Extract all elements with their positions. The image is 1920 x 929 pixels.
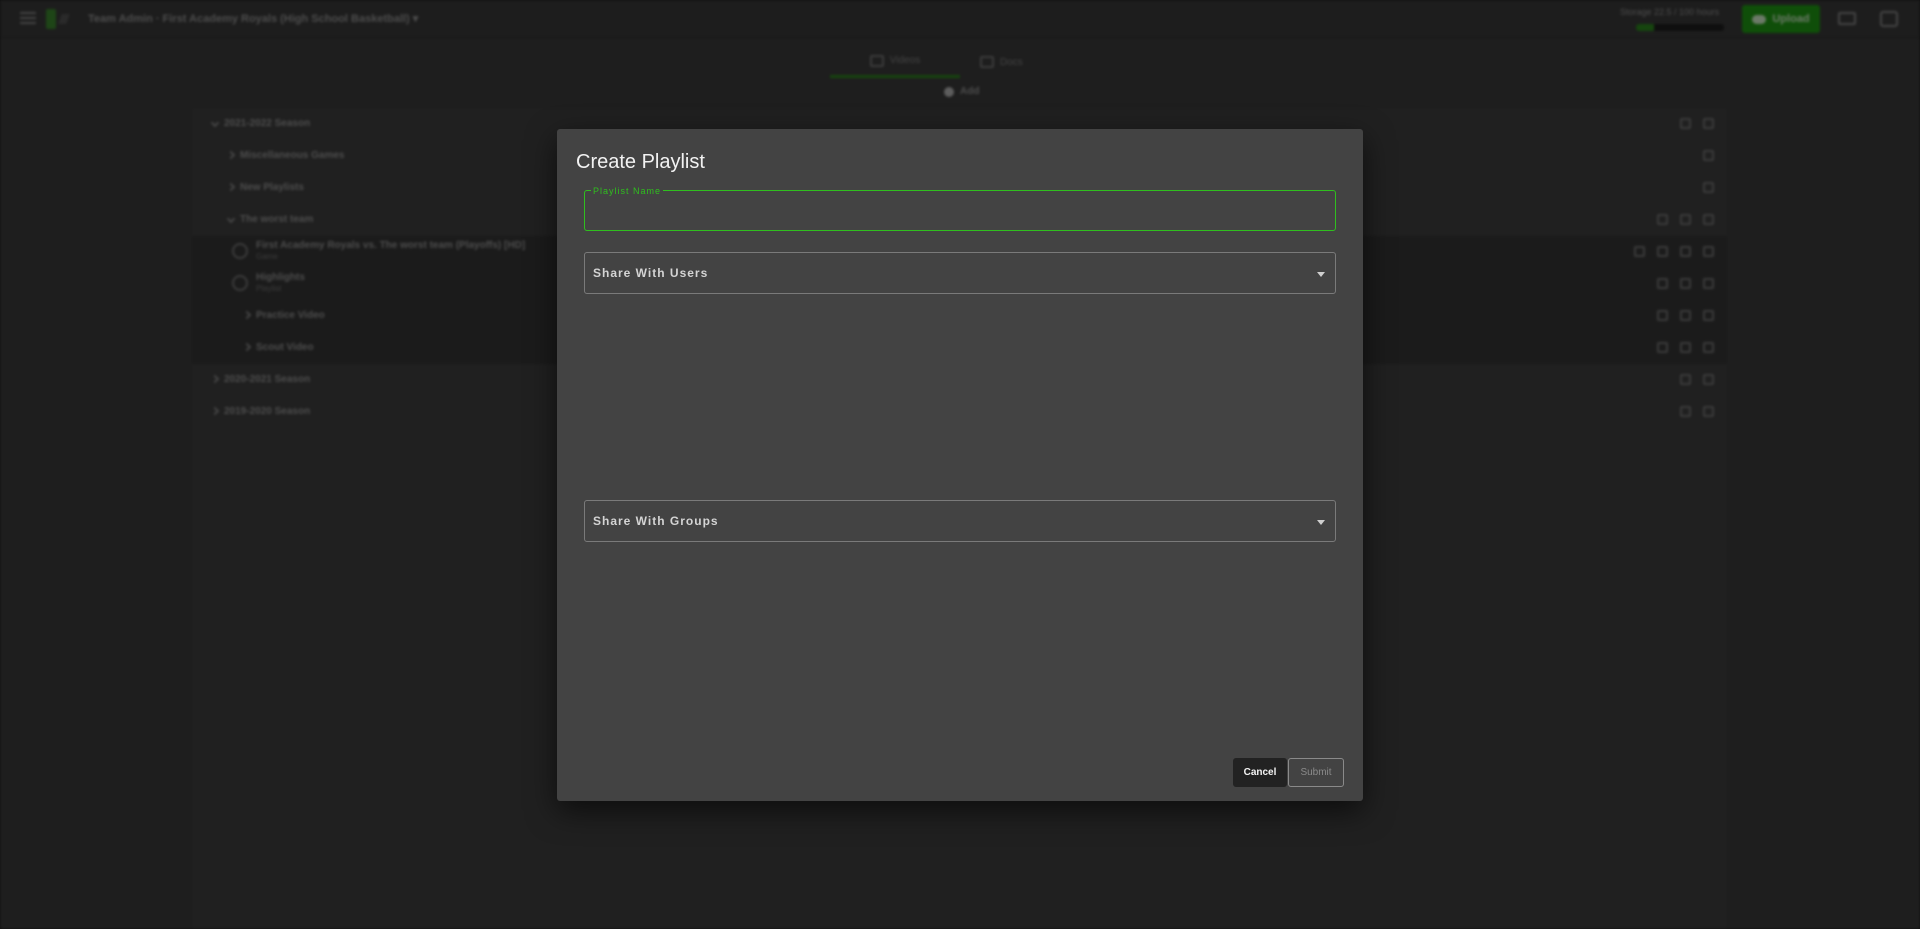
playlist-name-input[interactable] (585, 191, 1335, 230)
submit-button[interactable]: Submit (1288, 758, 1344, 787)
create-playlist-dialog: Create Playlist Playlist Name Share With… (557, 129, 1363, 801)
share-with-groups-label: Share With Groups (593, 514, 719, 528)
dropdown-arrow-icon[interactable] (1317, 272, 1325, 277)
share-with-users-label: Share With Users (593, 266, 709, 280)
dialog-title: Create Playlist (576, 151, 705, 173)
share-with-groups-select[interactable]: Share With Groups (584, 500, 1336, 542)
cancel-button[interactable]: Cancel (1233, 758, 1287, 787)
share-with-users-select[interactable]: Share With Users (584, 252, 1336, 294)
dropdown-arrow-icon[interactable] (1317, 520, 1325, 525)
playlist-name-field[interactable]: Playlist Name (584, 186, 1336, 231)
